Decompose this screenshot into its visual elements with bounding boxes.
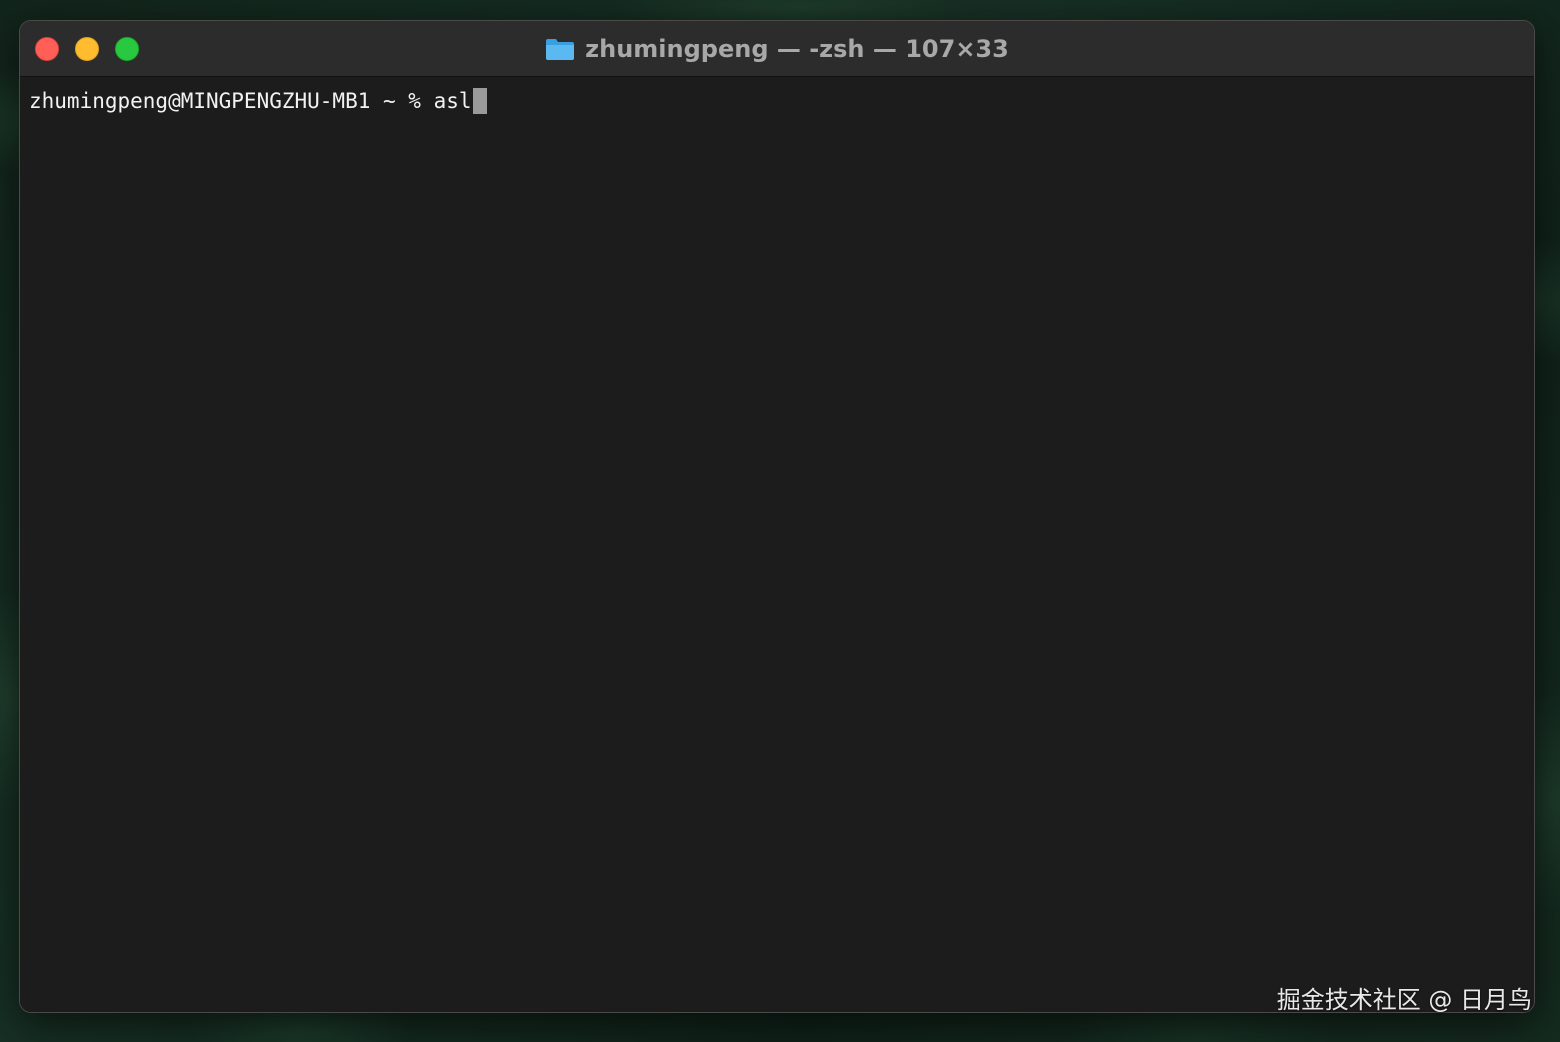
- title-bar[interactable]: zhumingpeng — -zsh — 107×33: [20, 21, 1534, 77]
- typed-command: asl: [433, 89, 472, 113]
- watermark: 掘金技术社区 @ 日月鸟: [1276, 986, 1532, 1014]
- terminal-content[interactable]: zhumingpeng@MINGPENGZHU-MB1 ~ % asl: [20, 77, 1534, 1012]
- text-cursor: [472, 88, 487, 114]
- window-title-text: zhumingpeng — -zsh — 107×33: [585, 35, 1009, 63]
- terminal-window[interactable]: zhumingpeng — -zsh — 107×33 zhumingpeng@…: [19, 20, 1535, 1013]
- window-title: zhumingpeng — -zsh — 107×33: [20, 21, 1534, 77]
- terminal-line: zhumingpeng@MINGPENGZHU-MB1 ~ % asl: [29, 87, 1525, 115]
- folder-icon[interactable]: [545, 37, 575, 61]
- shell-prompt: zhumingpeng@MINGPENGZHU-MB1 ~ %: [29, 89, 434, 113]
